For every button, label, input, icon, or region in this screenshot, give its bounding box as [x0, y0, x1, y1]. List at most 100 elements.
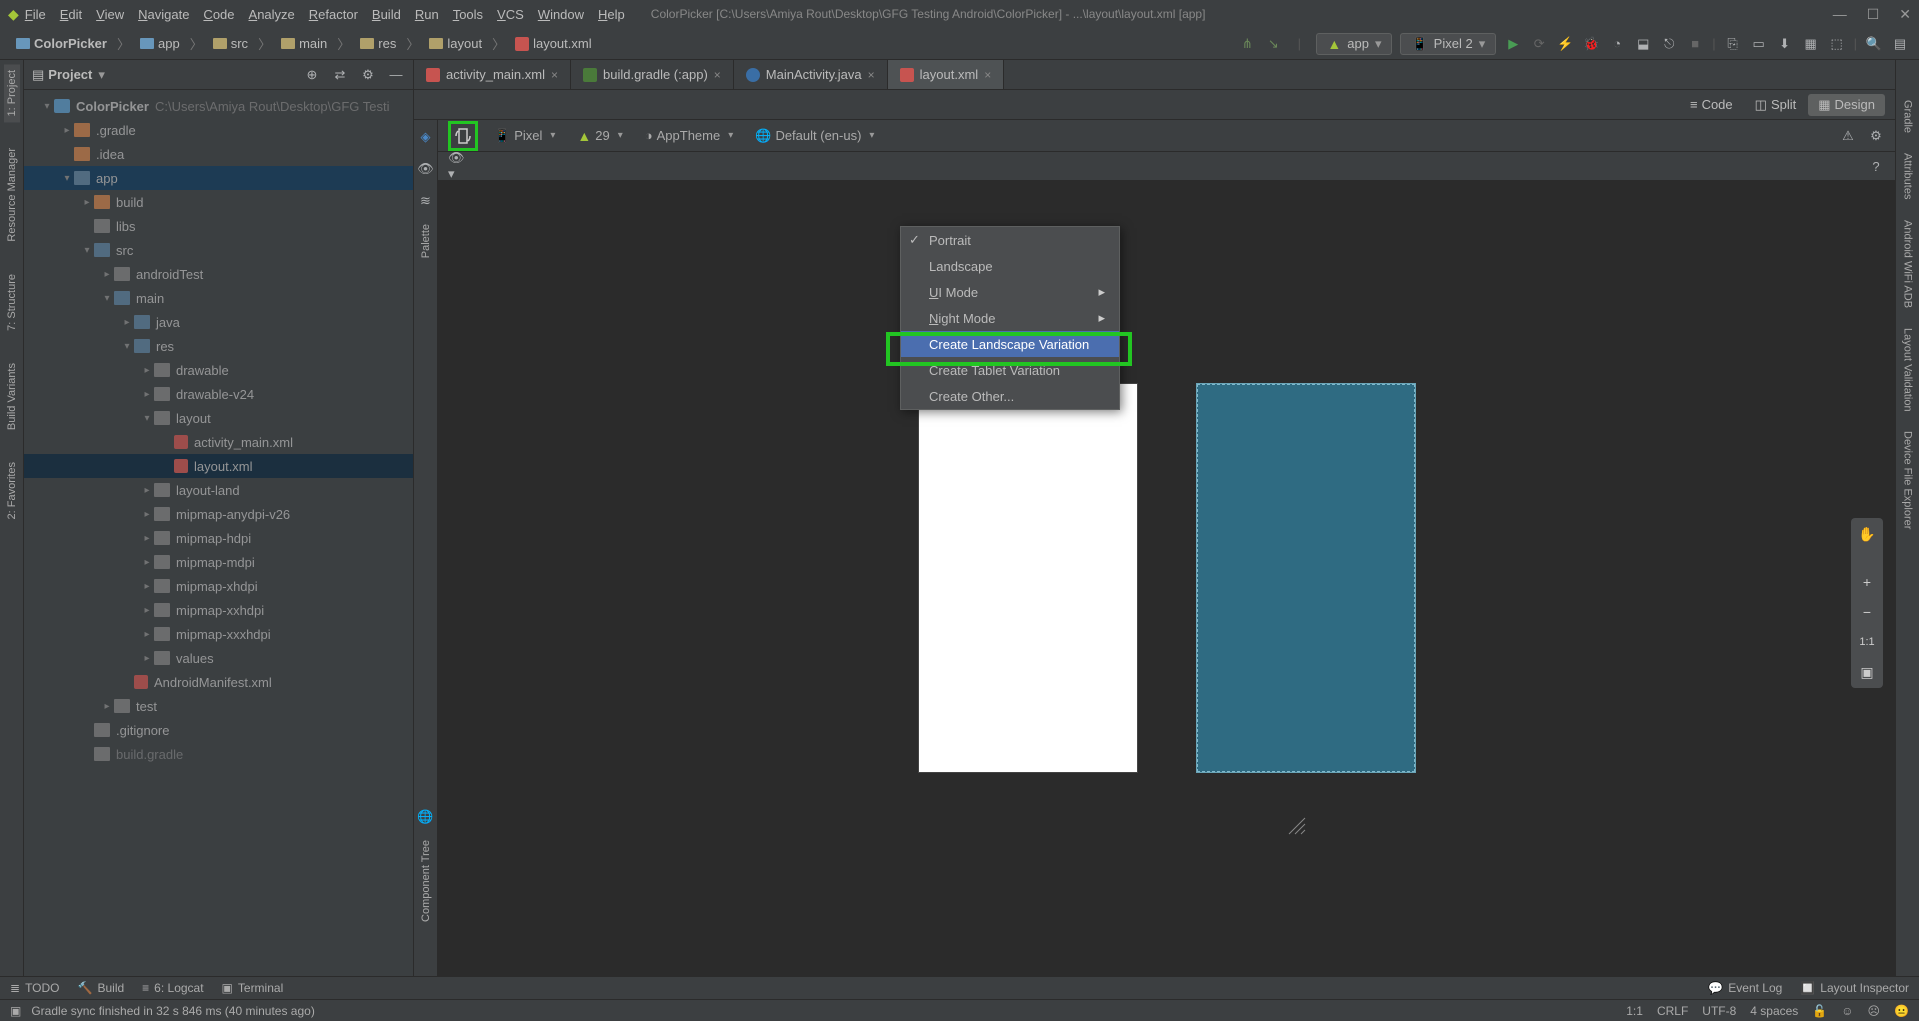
- resource-manager-icon[interactable]: ▦: [1802, 35, 1820, 53]
- editor-tab[interactable]: activity_main.xml×: [414, 60, 571, 89]
- encoding[interactable]: UTF-8: [1702, 1004, 1736, 1018]
- stop-icon[interactable]: ■: [1686, 35, 1704, 53]
- tree-node[interactable]: ▸values: [24, 646, 413, 670]
- breadcrumb-item[interactable]: src: [207, 34, 254, 53]
- run-button[interactable]: ▶: [1504, 35, 1522, 53]
- tree-node[interactable]: ▸test: [24, 694, 413, 718]
- expand-icon[interactable]: ▸: [80, 197, 94, 208]
- build-tab[interactable]: 🔨Build: [78, 981, 125, 995]
- caret-position[interactable]: 1:1: [1626, 1004, 1643, 1018]
- vcs-icon[interactable]: ⎘: [1724, 35, 1742, 53]
- tree-node[interactable]: AndroidManifest.xml: [24, 670, 413, 694]
- ide-errors-icon[interactable]: ☹: [1868, 1004, 1881, 1018]
- menu-code[interactable]: Code: [197, 5, 240, 24]
- line-separator[interactable]: CRLF: [1657, 1004, 1688, 1018]
- expand-icon[interactable]: ▸: [140, 485, 154, 496]
- zoom-fit-button[interactable]: 1:1: [1855, 630, 1879, 654]
- layout-validation-tab[interactable]: Layout Validation: [1902, 328, 1914, 412]
- resize-handle-icon[interactable]: [1287, 816, 1307, 836]
- expand-icon[interactable]: ▸: [140, 365, 154, 376]
- tree-node[interactable]: ▾app: [24, 166, 413, 190]
- tree-node[interactable]: ▸mipmap-xxhdpi: [24, 598, 413, 622]
- memory-icon[interactable]: ☺: [1841, 1004, 1853, 1018]
- tree-node[interactable]: ▸mipmap-anydpi-v26: [24, 502, 413, 526]
- expand-icon[interactable]: ▾: [60, 173, 74, 184]
- menu-tools[interactable]: Tools: [447, 5, 489, 24]
- expand-icon[interactable]: ▸: [60, 125, 74, 136]
- menu-build[interactable]: Build: [366, 5, 407, 24]
- todo-tab[interactable]: ≣TODO: [10, 981, 60, 995]
- expand-icon[interactable]: ▾: [80, 245, 94, 256]
- resource-manager-tab[interactable]: Resource Manager: [4, 142, 20, 248]
- tree-node[interactable]: ▸drawable-v24: [24, 382, 413, 406]
- tool-windows-icon[interactable]: ▣: [10, 1004, 21, 1018]
- sdk-manager-icon[interactable]: ⬇: [1776, 35, 1794, 53]
- menu-navigate[interactable]: Navigate: [132, 5, 195, 24]
- tree-node[interactable]: layout.xml: [24, 454, 413, 478]
- device-selector[interactable]: 📱 Pixel 2 ▾: [1400, 33, 1496, 55]
- expand-icon[interactable]: ▸: [140, 557, 154, 568]
- tree-node[interactable]: ▸mipmap-hdpi: [24, 526, 413, 550]
- structure-tool-tab[interactable]: 7: Structure: [4, 268, 20, 337]
- breadcrumb-item[interactable]: res: [354, 34, 402, 53]
- settings-icon[interactable]: ⚙: [359, 66, 377, 84]
- menu-item[interactable]: Create Tablet Variation: [901, 357, 1119, 383]
- eye-icon[interactable]: 👁 ▾: [448, 157, 466, 175]
- blueprint-preview[interactable]: [1197, 384, 1415, 772]
- view-options-icon[interactable]: 👁: [417, 160, 435, 178]
- design-view-button[interactable]: ▦ Design: [1808, 94, 1885, 116]
- menu-analyze[interactable]: Analyze: [243, 5, 301, 24]
- device-type-selector[interactable]: 📱 Pixel: [488, 126, 561, 146]
- project-structure-icon[interactable]: ⬚: [1828, 35, 1846, 53]
- wifi-adb-icon[interactable]: ⋔: [1238, 35, 1256, 53]
- terminal-tab[interactable]: ▣Terminal: [222, 981, 284, 995]
- readonly-icon[interactable]: 🔓: [1812, 1004, 1827, 1018]
- menu-edit[interactable]: Edit: [54, 5, 88, 24]
- tree-node[interactable]: ▸.gradle: [24, 118, 413, 142]
- menu-item[interactable]: Create Landscape Variation: [901, 331, 1119, 357]
- tree-node[interactable]: ▸drawable: [24, 358, 413, 382]
- tree-node[interactable]: ▾main: [24, 286, 413, 310]
- menu-item[interactable]: Night Mode▸: [901, 305, 1119, 331]
- menu-vcs[interactable]: VCS: [491, 5, 530, 24]
- code-view-button[interactable]: ≡ Code: [1680, 94, 1743, 115]
- design-canvas[interactable]: ✋ + − 1:1 ▣: [438, 180, 1895, 976]
- tree-node[interactable]: ▸layout-land: [24, 478, 413, 502]
- debug-icon[interactable]: 🐞: [1582, 35, 1600, 53]
- minimize-button[interactable]: —: [1833, 6, 1847, 23]
- orientation-button[interactable]: [448, 121, 478, 151]
- help-icon[interactable]: ?: [1867, 157, 1885, 175]
- warnings-icon[interactable]: ⚠: [1839, 127, 1857, 145]
- split-view-button[interactable]: ◫ Split: [1745, 94, 1807, 116]
- tree-node[interactable]: ▸java: [24, 310, 413, 334]
- search-everywhere-icon[interactable]: 🔍: [1865, 35, 1883, 53]
- surface-select-icon[interactable]: ◈: [417, 128, 435, 146]
- zoom-reset-button[interactable]: ▣: [1855, 660, 1879, 684]
- project-tool-tab[interactable]: 1: Project: [4, 64, 20, 122]
- expand-icon[interactable]: ▸: [140, 653, 154, 664]
- editor-tab[interactable]: build.gradle (:app)×: [571, 60, 734, 89]
- tree-node[interactable]: ▸build: [24, 190, 413, 214]
- tree-node[interactable]: .gitignore: [24, 718, 413, 742]
- palette-tab[interactable]: Palette: [420, 224, 432, 258]
- tree-node[interactable]: ▾layout: [24, 406, 413, 430]
- menu-item[interactable]: UI Mode▸: [901, 279, 1119, 305]
- design-preview[interactable]: [919, 384, 1137, 772]
- menu-item[interactable]: ✓Portrait: [901, 227, 1119, 253]
- menu-refactor[interactable]: Refactor: [303, 5, 364, 24]
- gradle-tab[interactable]: Gradle: [1902, 100, 1914, 133]
- hide-panel-icon[interactable]: —: [387, 66, 405, 84]
- breadcrumb-item[interactable]: layout: [423, 34, 488, 53]
- build-variants-tab[interactable]: Build Variants: [4, 357, 20, 436]
- attach-debugger-icon[interactable]: ⎋: [1660, 35, 1678, 53]
- tree-node[interactable]: ▸mipmap-mdpi: [24, 550, 413, 574]
- device-file-explorer-tab[interactable]: Device File Explorer: [1902, 431, 1914, 529]
- zoom-out-button[interactable]: −: [1855, 600, 1879, 624]
- breadcrumb-item[interactable]: ColorPicker: [10, 34, 113, 53]
- tree-node[interactable]: ▸androidTest: [24, 262, 413, 286]
- layers-icon[interactable]: ≋: [417, 192, 435, 210]
- expand-icon[interactable]: ▸: [140, 509, 154, 520]
- attributes-toggle-icon[interactable]: ⚙: [1867, 127, 1885, 145]
- breadcrumb-item[interactable]: app: [134, 34, 186, 53]
- tree-node[interactable]: build.gradle: [24, 742, 413, 766]
